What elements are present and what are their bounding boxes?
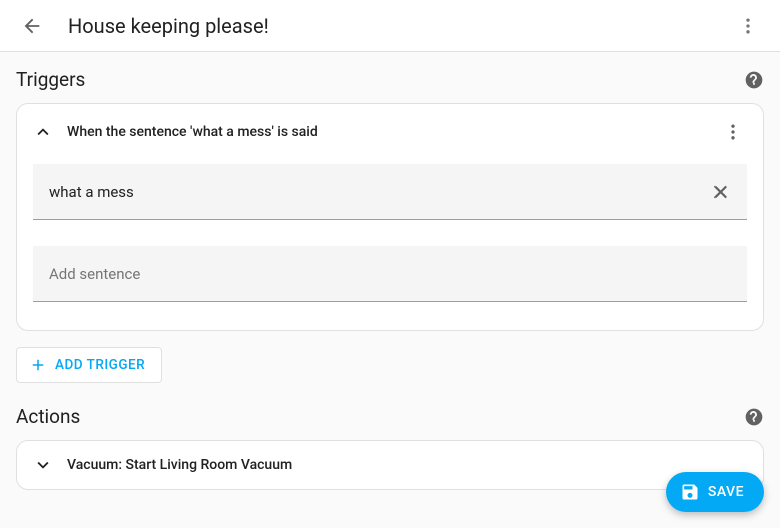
help-icon xyxy=(744,70,764,90)
action-expand-button[interactable] xyxy=(29,451,57,479)
save-icon xyxy=(680,482,700,502)
actions-help-button[interactable] xyxy=(744,407,764,427)
dots-vertical-icon xyxy=(723,122,743,142)
back-button[interactable] xyxy=(12,6,52,46)
save-label: SAVE xyxy=(708,484,744,500)
trigger-overflow-button[interactable] xyxy=(715,114,751,150)
arrow-left-icon xyxy=(21,15,43,37)
close-icon xyxy=(711,182,731,202)
triggers-section-title: Triggers xyxy=(16,68,85,91)
app-header: House keeping please! xyxy=(0,0,780,52)
header-overflow-button[interactable] xyxy=(728,6,768,46)
actions-section-title: Actions xyxy=(16,405,80,428)
trigger-collapse-button[interactable] xyxy=(29,118,57,146)
trigger-card-header: When the sentence 'what a mess' is said xyxy=(29,110,751,154)
add-trigger-button[interactable]: ADD TRIGGER xyxy=(16,347,162,383)
sentence-input[interactable]: what a mess xyxy=(33,164,747,220)
page-title: House keeping please! xyxy=(68,14,728,38)
clear-sentence-button[interactable] xyxy=(707,178,735,206)
add-sentence-input[interactable]: Add sentence xyxy=(33,246,747,302)
trigger-card: When the sentence 'what a mess' is said … xyxy=(16,103,764,331)
help-icon xyxy=(744,407,764,427)
content-area: Triggers When the sentence 'what a mess'… xyxy=(0,52,780,506)
trigger-summary: When the sentence 'what a mess' is said xyxy=(67,124,705,140)
sentence-input-value: what a mess xyxy=(49,183,707,201)
chevron-down-icon xyxy=(32,454,54,476)
triggers-help-button[interactable] xyxy=(744,70,764,90)
triggers-section-header: Triggers xyxy=(16,68,764,91)
dots-vertical-icon xyxy=(738,16,758,36)
chevron-up-icon xyxy=(32,121,54,143)
save-button[interactable]: SAVE xyxy=(666,472,764,512)
actions-section-header: Actions xyxy=(16,405,764,428)
action-summary: Vacuum: Start Living Room Vacuum xyxy=(67,457,751,473)
plus-icon xyxy=(29,356,47,374)
action-card-header: Vacuum: Start Living Room Vacuum xyxy=(29,441,751,489)
action-card: Vacuum: Start Living Room Vacuum xyxy=(16,440,764,490)
add-sentence-placeholder: Add sentence xyxy=(49,265,735,283)
add-trigger-label: ADD TRIGGER xyxy=(55,357,145,373)
